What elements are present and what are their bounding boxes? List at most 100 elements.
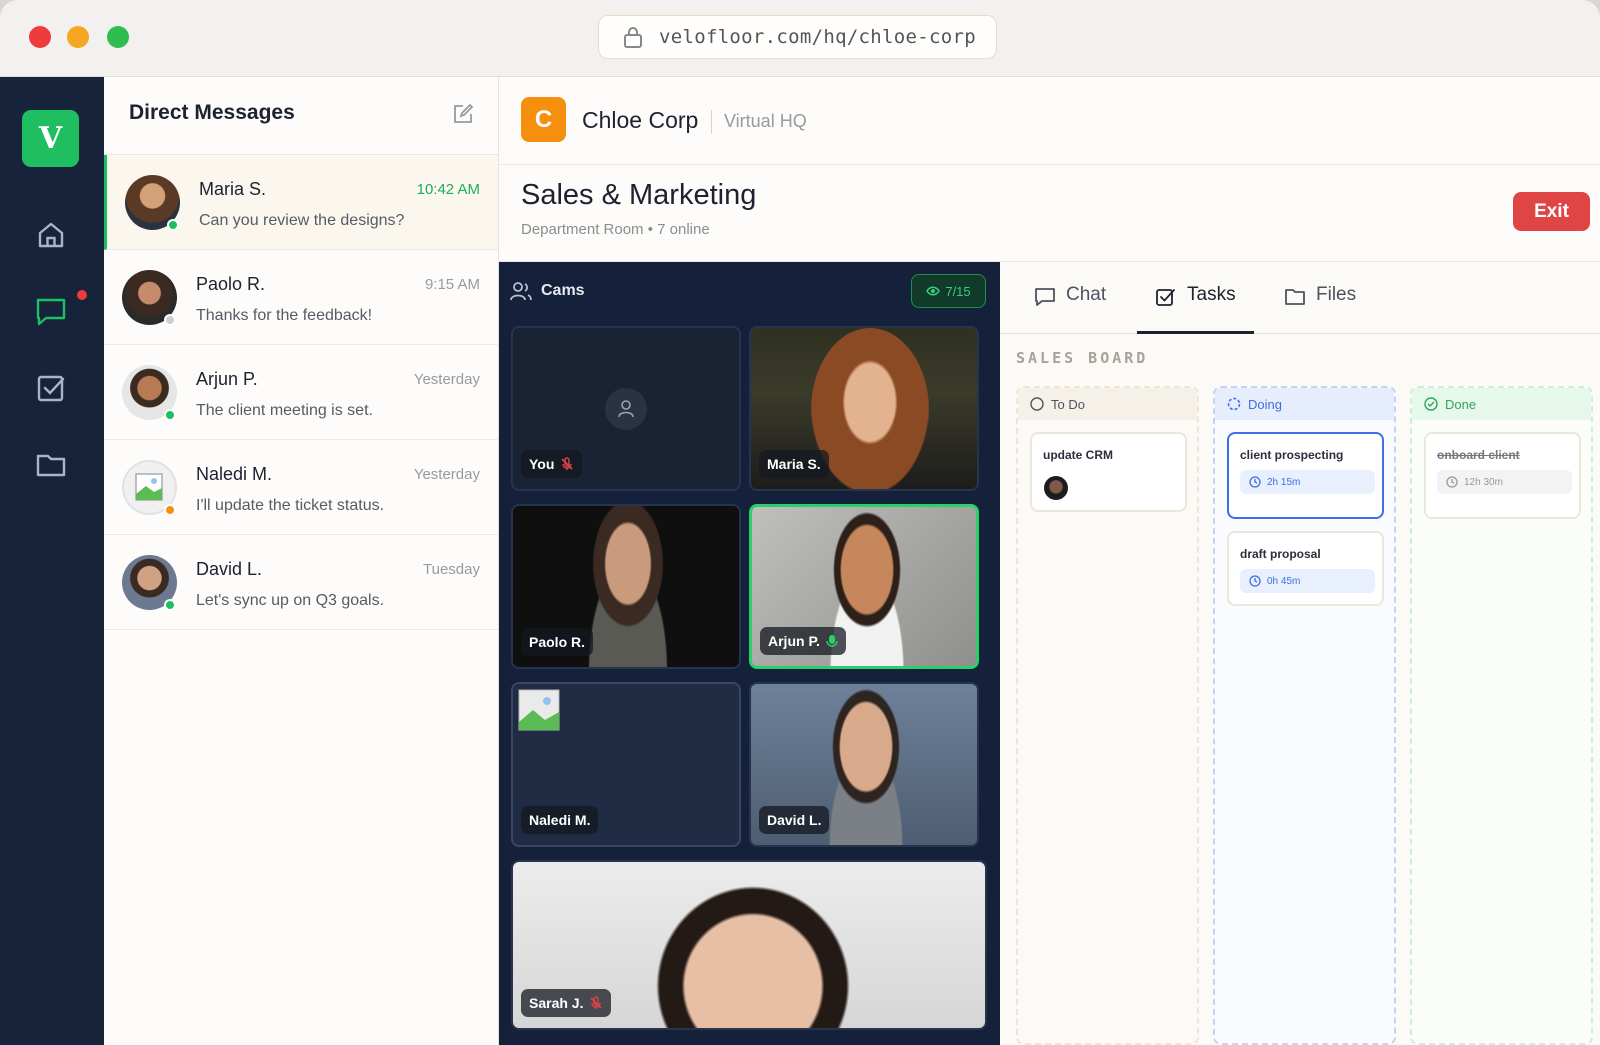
task-title: draft proposal bbox=[1240, 547, 1321, 561]
close-window-button[interactable] bbox=[29, 26, 51, 48]
dm-name: Paolo R. bbox=[196, 274, 266, 294]
cams-header: Cams 7/15 bbox=[499, 262, 1000, 322]
column-done: Done onboard client 12h 30m bbox=[1410, 386, 1593, 1045]
room-title: Sales & Marketing bbox=[521, 179, 757, 211]
unread-badge bbox=[77, 290, 87, 300]
cam-name: Arjun P. bbox=[768, 633, 820, 649]
room-subtitle: Department Room • 7 online bbox=[521, 221, 710, 238]
eye-icon bbox=[926, 286, 941, 296]
side-panel: Chat Tasks Files SALES BOARD To Do updat… bbox=[1000, 262, 1600, 1045]
org-header: C Chloe Corp Virtual HQ bbox=[499, 77, 1600, 165]
column-label: To Do bbox=[1051, 396, 1085, 412]
task-card[interactable]: draft proposal 0h 45m bbox=[1227, 531, 1384, 606]
minimize-window-button[interactable] bbox=[67, 26, 89, 48]
dm-message: Can you review the designs? bbox=[199, 212, 405, 229]
exit-button[interactable]: Exit bbox=[1513, 192, 1590, 231]
task-card[interactable]: update CRM bbox=[1030, 432, 1187, 512]
cam-tile[interactable]: Sarah J. bbox=[511, 860, 987, 1030]
clock-icon bbox=[1446, 476, 1458, 488]
maximize-window-button[interactable] bbox=[107, 26, 129, 48]
task-card[interactable]: client prospecting 2h 15m bbox=[1227, 432, 1384, 519]
rail-files-button[interactable] bbox=[32, 446, 70, 484]
dm-message: I'll update the ticket status. bbox=[196, 497, 385, 514]
dm-item[interactable]: Naledi M. Yesterday I'll update the tick… bbox=[104, 440, 498, 535]
check-circle-icon bbox=[1424, 397, 1438, 411]
dm-item[interactable]: Arjun P. Yesterday The client meeting is… bbox=[104, 345, 498, 440]
dm-item[interactable]: Paolo R. 9:15 AM Thanks for the feedback… bbox=[104, 250, 498, 345]
rail-chat-button[interactable] bbox=[32, 292, 70, 330]
clock-icon bbox=[1249, 575, 1261, 587]
dm-item[interactable]: Maria S. 10:42 AM Can you review the des… bbox=[104, 155, 498, 250]
browser-chrome: velofloor.com/hq/chloe-corp bbox=[0, 0, 1600, 77]
address-bar[interactable]: velofloor.com/hq/chloe-corp bbox=[598, 15, 997, 59]
away-status-dot bbox=[164, 504, 176, 516]
cam-name: You bbox=[529, 456, 555, 472]
timer-value: 0h 45m bbox=[1267, 575, 1301, 587]
cam-name: David L. bbox=[767, 812, 822, 828]
cam-tile[interactable]: You bbox=[511, 326, 741, 491]
cams-count-badge: 7/15 bbox=[911, 274, 986, 308]
dm-time: 9:15 AM bbox=[424, 276, 480, 293]
users-icon bbox=[510, 282, 532, 301]
timer-value: 12h 30m bbox=[1464, 476, 1503, 488]
cam-name: Paolo R. bbox=[529, 634, 586, 650]
timer-value: 2h 15m bbox=[1267, 476, 1301, 488]
dm-name: Maria S. bbox=[199, 179, 267, 199]
tab-chat[interactable]: Chat bbox=[1034, 284, 1114, 334]
folder-icon bbox=[36, 454, 66, 477]
dm-time: Tuesday bbox=[423, 561, 480, 578]
cam-name: Sarah J. bbox=[529, 995, 584, 1011]
tab-tasks[interactable]: Tasks bbox=[1137, 284, 1254, 334]
online-status-dot bbox=[167, 219, 179, 231]
task-title: onboard client bbox=[1437, 448, 1520, 462]
board-title: SALES BOARD bbox=[1016, 349, 1149, 367]
cam-label: Maria S. bbox=[759, 450, 829, 478]
room-header: Sales & Marketing Department Room • 7 on… bbox=[499, 165, 1600, 262]
app-logo[interactable]: V bbox=[22, 110, 79, 167]
cam-tile[interactable]: Maria S. bbox=[749, 326, 979, 491]
cam-label: You bbox=[521, 450, 583, 478]
divider bbox=[711, 110, 712, 134]
dm-time: 10:42 AM bbox=[416, 181, 480, 198]
chat-icon bbox=[1035, 288, 1055, 306]
tab-files[interactable]: Files bbox=[1284, 284, 1374, 334]
dm-message: Thanks for the feedback! bbox=[196, 307, 373, 324]
task-timer: 0h 45m bbox=[1240, 569, 1375, 593]
cam-label: Naledi M. bbox=[521, 806, 599, 834]
cam-label: Sarah J. bbox=[521, 989, 612, 1017]
cams-count: 7/15 bbox=[945, 283, 971, 299]
url-text: velofloor.com/hq/chloe-corp bbox=[659, 26, 976, 48]
nav-rail: V bbox=[0, 77, 104, 1045]
broken-image-icon bbox=[518, 689, 560, 731]
dm-item[interactable]: David L. Tuesday Let's sync up on Q3 goa… bbox=[104, 535, 498, 630]
cam-tile[interactable]: Paolo R. bbox=[511, 504, 741, 669]
cam-tile[interactable]: Arjun P. bbox=[749, 504, 979, 669]
offline-status-dot bbox=[164, 314, 176, 326]
task-title: update CRM bbox=[1043, 448, 1113, 462]
dm-name: Naledi M. bbox=[196, 464, 273, 484]
tasks-icon bbox=[1156, 289, 1175, 306]
home-icon bbox=[38, 222, 64, 248]
compose-icon[interactable] bbox=[452, 103, 474, 125]
task-card[interactable]: onboard client 12h 30m bbox=[1424, 432, 1581, 519]
task-timer: 12h 30m bbox=[1437, 470, 1572, 494]
online-status-dot bbox=[164, 599, 176, 611]
clock-icon bbox=[1249, 476, 1261, 488]
cam-tile[interactable]: Naledi M. bbox=[511, 682, 741, 847]
cam-tile[interactable]: David L. bbox=[749, 682, 979, 847]
rail-home-button[interactable] bbox=[32, 216, 70, 254]
circle-icon bbox=[1030, 397, 1044, 411]
assignee-avatar bbox=[1044, 476, 1068, 500]
column-header: To Do bbox=[1018, 388, 1197, 420]
online-status-dot bbox=[164, 409, 176, 421]
tab-label: Files bbox=[1316, 284, 1357, 305]
cams-panel: Cams 7/15 You Maria S. Paolo R. Arjun P.… bbox=[499, 262, 1000, 1045]
panel-tabs: Chat Tasks Files bbox=[1000, 262, 1600, 334]
column-header: Doing bbox=[1215, 388, 1394, 420]
dm-name: Arjun P. bbox=[196, 369, 258, 389]
rail-tasks-button[interactable] bbox=[32, 369, 70, 407]
cam-label: Arjun P. bbox=[760, 627, 846, 655]
tab-label: Chat bbox=[1066, 284, 1107, 305]
column-header: Done bbox=[1412, 388, 1591, 420]
mic-muted-icon bbox=[561, 457, 573, 470]
